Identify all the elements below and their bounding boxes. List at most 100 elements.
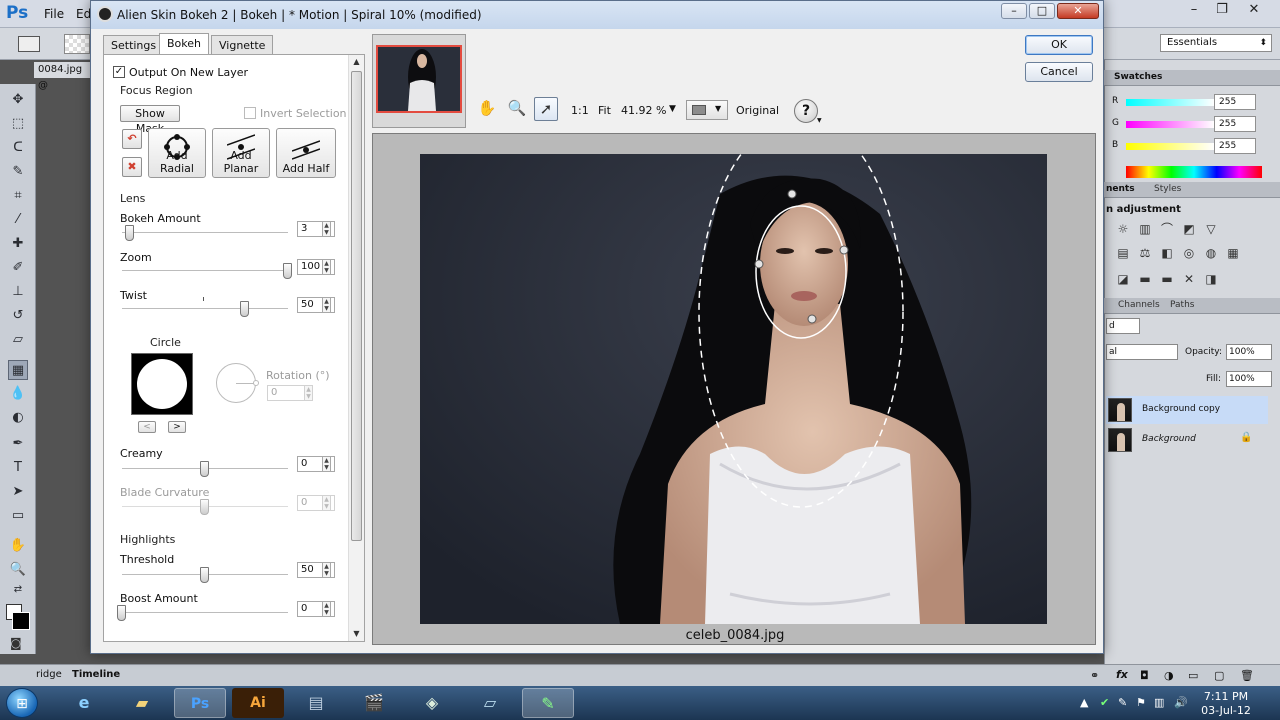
ok-button[interactable]: OK — [1025, 35, 1093, 55]
ps-minimize-icon[interactable]: – — [1180, 0, 1208, 20]
hand-tool-icon[interactable]: ✋ — [475, 97, 499, 121]
aperture-shape-preview[interactable] — [131, 353, 193, 415]
help-menu-arrow-icon[interactable]: ▼ — [817, 117, 822, 124]
invert-icon[interactable]: ◪ — [1116, 272, 1130, 286]
bokeh-amount-track[interactable] — [122, 232, 288, 234]
hand-tool-icon[interactable]: ✋ — [8, 536, 28, 556]
add-planar-button[interactable]: Add Planar — [212, 128, 270, 178]
layer-row-background-copy[interactable]: Background copy — [1106, 396, 1268, 424]
boost-amount-track[interactable] — [122, 612, 288, 614]
dialog-maximize-icon[interactable]: □ — [1029, 3, 1055, 19]
brightness-icon[interactable]: ☼ — [1116, 222, 1130, 236]
workspace-switcher[interactable]: Essentials — [1160, 34, 1272, 52]
rotation-spinner[interactable]: ▲ ▼ — [304, 385, 313, 401]
b-value[interactable]: 255 — [1214, 138, 1256, 154]
path-select-tool-icon[interactable]: ➤ — [8, 482, 28, 502]
prev-shape-button[interactable]: < — [138, 421, 156, 433]
fill-field[interactable]: 100% — [1226, 371, 1272, 387]
color-balance-icon[interactable]: ⚖ — [1138, 246, 1152, 260]
taskbar-files-icon[interactable]: ▱ — [464, 688, 516, 718]
tab-vignette[interactable]: Vignette — [211, 35, 274, 55]
quick-select-tool-icon[interactable]: ✎ — [8, 162, 28, 182]
tab-swatches[interactable]: Swatches — [1114, 72, 1162, 82]
pen-tool-icon[interactable]: ✒ — [8, 434, 28, 454]
gradient-map-icon[interactable]: ◨ — [1204, 272, 1218, 286]
g-value[interactable]: 255 — [1214, 116, 1256, 132]
zoom-tool-icon[interactable]: 🔍 — [505, 97, 529, 121]
next-shape-button[interactable]: > — [168, 421, 186, 433]
threshold-slider[interactable] — [200, 567, 209, 583]
blade-curvature-slider[interactable] — [200, 499, 209, 515]
menu-edit[interactable]: Ed — [76, 7, 91, 21]
dialog-minimize-icon[interactable]: – — [1001, 3, 1027, 19]
start-button-icon[interactable]: ⊞ — [6, 688, 38, 718]
blur-tool-icon[interactable]: 💧 — [8, 384, 28, 404]
tab-bokeh[interactable]: Bokeh — [159, 33, 209, 55]
channel-mixer-icon[interactable]: ◍ — [1204, 246, 1218, 260]
add-half-button[interactable]: Add Half — [276, 128, 336, 178]
tab-adjustments[interactable]: nents — [1106, 184, 1135, 194]
foreground-color-swatch[interactable] — [12, 612, 30, 630]
zoom-track[interactable] — [122, 270, 288, 272]
eraser-tool-icon[interactable]: ▱ — [8, 330, 28, 350]
tab-styles[interactable]: Styles — [1154, 184, 1181, 194]
vibrance-icon[interactable]: ▽ — [1204, 222, 1218, 236]
new-layer-icon[interactable]: ▢ — [1214, 669, 1224, 682]
tray-volume-icon[interactable]: 🔊 — [1174, 696, 1188, 709]
preview-mode-dropdown[interactable]: ▼ — [686, 100, 728, 120]
tab-mini-bridge[interactable]: ridge — [36, 669, 62, 680]
show-mask-button[interactable]: Show Mask — [120, 105, 180, 135]
layer-row-background[interactable]: Background 🔒 — [1106, 426, 1268, 454]
zoom-slider[interactable] — [283, 263, 292, 279]
twist-track[interactable] — [122, 308, 288, 310]
gradient-tool-icon[interactable]: ▦ — [8, 360, 28, 380]
lasso-tool-icon[interactable]: ᑕ — [8, 138, 28, 158]
select-tool-icon[interactable]: ➚ — [534, 97, 558, 121]
group-icon[interactable]: ▭ — [1188, 669, 1198, 682]
cancel-button[interactable]: Cancel — [1025, 62, 1093, 82]
shape-tool-icon[interactable]: ▭ — [8, 506, 28, 526]
quick-mask-icon[interactable]: ◙ — [10, 636, 22, 650]
stamp-tool-icon[interactable]: ⊥ — [8, 282, 28, 302]
fx-icon[interactable]: fx — [1116, 668, 1128, 681]
rotation-dial[interactable] — [216, 363, 259, 403]
rotation-field[interactable]: 0 — [267, 385, 305, 401]
color-spectrum[interactable] — [1126, 166, 1262, 178]
tab-paths[interactable]: Paths — [1170, 300, 1194, 310]
threshold-icon[interactable]: ▬ — [1160, 272, 1174, 286]
original-toggle[interactable]: Original — [736, 104, 779, 117]
settings-scrollbar[interactable]: ▲ ▼ — [348, 55, 364, 641]
blend-mode-select[interactable]: al — [1106, 344, 1178, 360]
tab-timeline[interactable]: Timeline — [72, 669, 120, 680]
document-tab[interactable]: 0084.jpg @ — [34, 62, 90, 91]
taskbar-app-icon[interactable]: ▤ — [290, 688, 342, 718]
hue-sat-icon[interactable]: ▤ — [1116, 246, 1130, 260]
undo-region-icon[interactable]: ↶ — [122, 129, 142, 149]
exposure-icon[interactable]: ◩ — [1182, 222, 1196, 236]
zoom-fit-button[interactable]: Fit — [598, 104, 611, 117]
tab-channels[interactable]: Channels — [1118, 300, 1160, 310]
boost-amount-spinner[interactable]: ▲ ▼ — [322, 601, 331, 617]
color-lookup-icon[interactable]: ▦ — [1226, 246, 1240, 260]
delete-region-icon[interactable]: ✖ — [122, 157, 142, 177]
preview-area[interactable]: celeb_0084.jpg — [372, 133, 1096, 645]
scroll-down-icon[interactable]: ▼ — [349, 627, 364, 641]
gradient-tool-preset-icon[interactable] — [18, 36, 40, 52]
taskbar-photoshop-icon[interactable]: Ps — [174, 688, 226, 718]
type-tool-icon[interactable]: T — [8, 458, 28, 478]
adjustment-layer-icon[interactable]: ◑ — [1164, 669, 1174, 682]
blade-curvature-spinner[interactable]: ▲ ▼ — [322, 495, 331, 511]
layer-filter-select[interactable]: d — [1106, 318, 1140, 334]
tray-tool-icon[interactable]: ✎ — [1118, 696, 1127, 709]
help-button[interactable]: ? — [794, 99, 818, 123]
opacity-field[interactable]: 100% — [1226, 344, 1272, 360]
tray-check-icon[interactable]: ✔ — [1100, 696, 1109, 709]
gradient-swatch[interactable] — [64, 34, 90, 54]
threshold-spinner[interactable]: ▲ ▼ — [322, 562, 331, 578]
twist-slider[interactable] — [239, 301, 249, 317]
levels-icon[interactable]: ▥ — [1138, 222, 1152, 236]
bokeh-amount-spinner[interactable]: ▲ ▼ — [322, 221, 331, 237]
zoom-spinner[interactable]: ▲ ▼ — [322, 259, 331, 275]
taskbar-clock[interactable]: 7:11 PM 03-Jul-12 — [1196, 690, 1256, 718]
mask-icon[interactable]: ◘ — [1140, 669, 1149, 682]
